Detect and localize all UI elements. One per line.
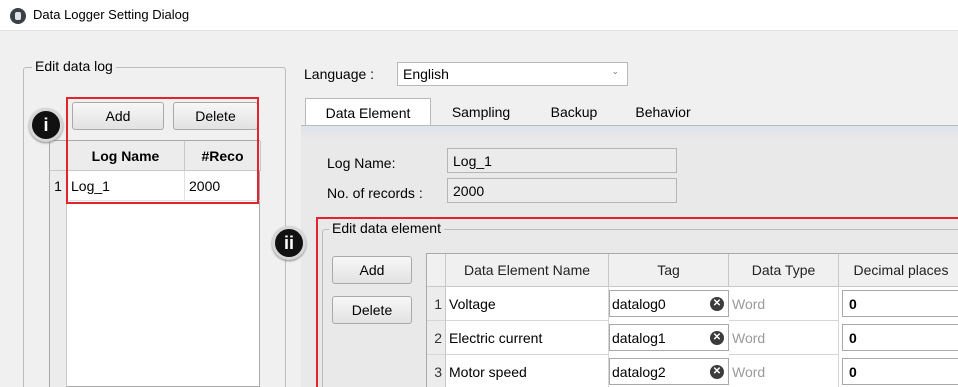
language-value: English	[403, 66, 449, 82]
tab-backup[interactable]: Backup	[535, 98, 613, 126]
log-name-label: Log Name:	[327, 155, 396, 171]
log-row-number[interactable]: 1	[50, 171, 67, 201]
log-name-field[interactable]: Log_1	[447, 148, 677, 173]
title-bar: Data Logger Setting Dialog	[0, 0, 958, 31]
chevron-down-icon: ⌄	[611, 66, 619, 76]
language-label: Language :	[304, 66, 375, 82]
callout-marker-ii: ii	[272, 226, 306, 260]
tab-data-element[interactable]: Data Element	[305, 98, 431, 126]
records-field[interactable]: 2000	[447, 178, 677, 203]
app-logo-icon	[10, 8, 26, 24]
tab-sampling[interactable]: Sampling	[437, 98, 525, 126]
callout-marker-i: i	[29, 108, 63, 142]
language-select[interactable]: English ⌄	[397, 62, 628, 86]
highlight-box-i	[66, 97, 259, 204]
window-title: Data Logger Setting Dialog	[33, 7, 190, 22]
highlight-box-ii	[316, 217, 958, 387]
log-row-header-column	[50, 201, 67, 387]
tab-behavior[interactable]: Behavior	[621, 98, 705, 126]
records-label: No. of records :	[327, 185, 423, 201]
log-table-corner	[50, 141, 67, 171]
edit-data-log-label: Edit data log	[32, 58, 116, 74]
